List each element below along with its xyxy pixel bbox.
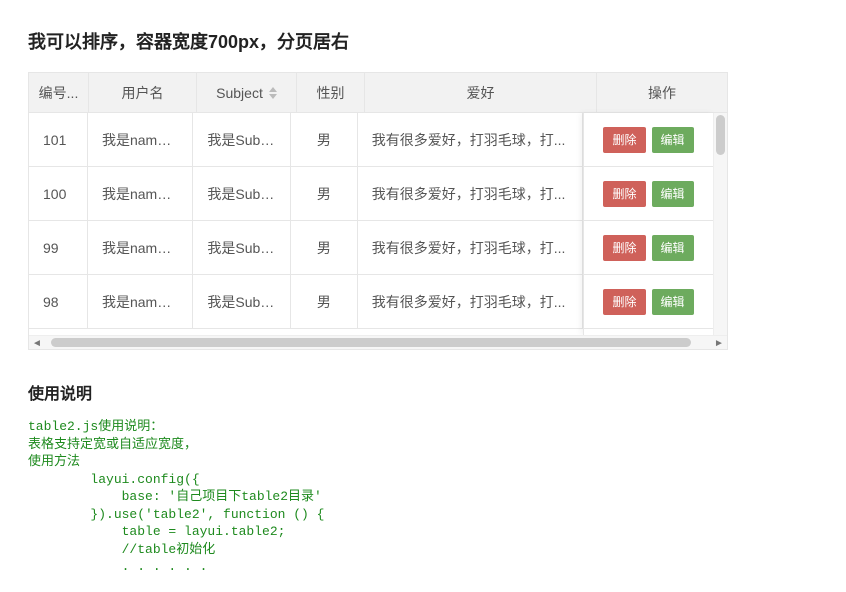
table-row: 99我是name99我是Subje...男我有很多爱好，打羽毛球，打... (29, 221, 583, 275)
table-row: 101我是name101我是Subje...男我有很多爱好，打羽毛球，打... (29, 113, 583, 167)
cell-name: 我是name101 (88, 113, 193, 167)
instructions-title: 使用说明 (28, 380, 818, 404)
scroll-right-arrow-icon[interactable]: ► (714, 338, 724, 348)
col-subject-header[interactable]: Subject (197, 73, 297, 113)
edit-button[interactable]: 编辑 (652, 235, 694, 261)
cell-sex: 男 (291, 275, 358, 329)
action-cell: 删除编辑 (584, 275, 713, 329)
table-body: 101我是name101我是Subje...男我有很多爱好，打羽毛球，打...1… (29, 113, 583, 335)
cell-subject: 我是Subje... (193, 167, 291, 221)
cell-hobby: 我有很多爱好，打羽毛球，打... (358, 275, 583, 329)
sort-icon (269, 87, 277, 99)
cell-subject: 我是Subje... (193, 275, 291, 329)
cell-name: 我是name99 (88, 221, 193, 275)
cell-hobby: 我有很多爱好，打羽毛球，打... (358, 221, 583, 275)
table-header: 编号... 用户名 Subject 性别 爱好 操作 (29, 73, 727, 113)
vertical-scroll-thumb[interactable] (716, 115, 725, 155)
table-row: 98我是name98我是Subje...男我有很多爱好，打羽毛球，打... (29, 275, 583, 329)
col-id-header[interactable]: 编号... (29, 73, 89, 113)
cell-subject: 我是Subje... (193, 221, 291, 275)
code-block: table2.js使用说明： 表格支持定宽或自适应宽度， 使用方法 layui.… (28, 418, 818, 576)
cell-name: 我是name98 (88, 275, 193, 329)
cell-sex: 男 (291, 113, 358, 167)
cell-sex: 男 (291, 221, 358, 275)
col-op-header: 操作 (597, 73, 727, 113)
scroll-left-arrow-icon[interactable]: ◄ (32, 338, 42, 348)
delete-button[interactable]: 删除 (603, 127, 645, 153)
col-name-header: 用户名 (89, 73, 197, 113)
col-hobby-header: 爱好 (365, 73, 597, 113)
cell-id: 101 (29, 113, 88, 167)
horizontal-scrollbar[interactable]: ◄ ► (29, 335, 727, 349)
cell-id: 99 (29, 221, 88, 275)
vertical-scrollbar[interactable] (713, 113, 727, 335)
action-cell: 删除编辑 (584, 167, 713, 221)
col-sex-header: 性别 (297, 73, 365, 113)
cell-id: 100 (29, 167, 88, 221)
delete-button[interactable]: 删除 (603, 181, 645, 207)
cell-hobby: 我有很多爱好，打羽毛球，打... (358, 113, 583, 167)
cell-hobby: 我有很多爱好，打羽毛球，打... (358, 167, 583, 221)
fixed-action-column: 删除编辑删除编辑删除编辑删除编辑 (583, 113, 713, 335)
action-cell: 删除编辑 (584, 113, 713, 167)
delete-button[interactable]: 删除 (603, 289, 645, 315)
cell-sex: 男 (291, 167, 358, 221)
cell-id: 98 (29, 275, 88, 329)
edit-button[interactable]: 编辑 (652, 181, 694, 207)
table-container: 编号... 用户名 Subject 性别 爱好 操作 101我是name101我… (28, 72, 728, 350)
edit-button[interactable]: 编辑 (652, 127, 694, 153)
page-title: 我可以排序，容器宽度700px，分页居右 (28, 28, 818, 54)
edit-button[interactable]: 编辑 (652, 289, 694, 315)
delete-button[interactable]: 删除 (603, 235, 645, 261)
action-cell: 删除编辑 (584, 221, 713, 275)
horizontal-scroll-thumb[interactable] (51, 338, 691, 347)
table-row: 100我是name100我是Subje...男我有很多爱好，打羽毛球，打... (29, 167, 583, 221)
cell-name: 我是name100 (88, 167, 193, 221)
cell-subject: 我是Subje... (193, 113, 291, 167)
